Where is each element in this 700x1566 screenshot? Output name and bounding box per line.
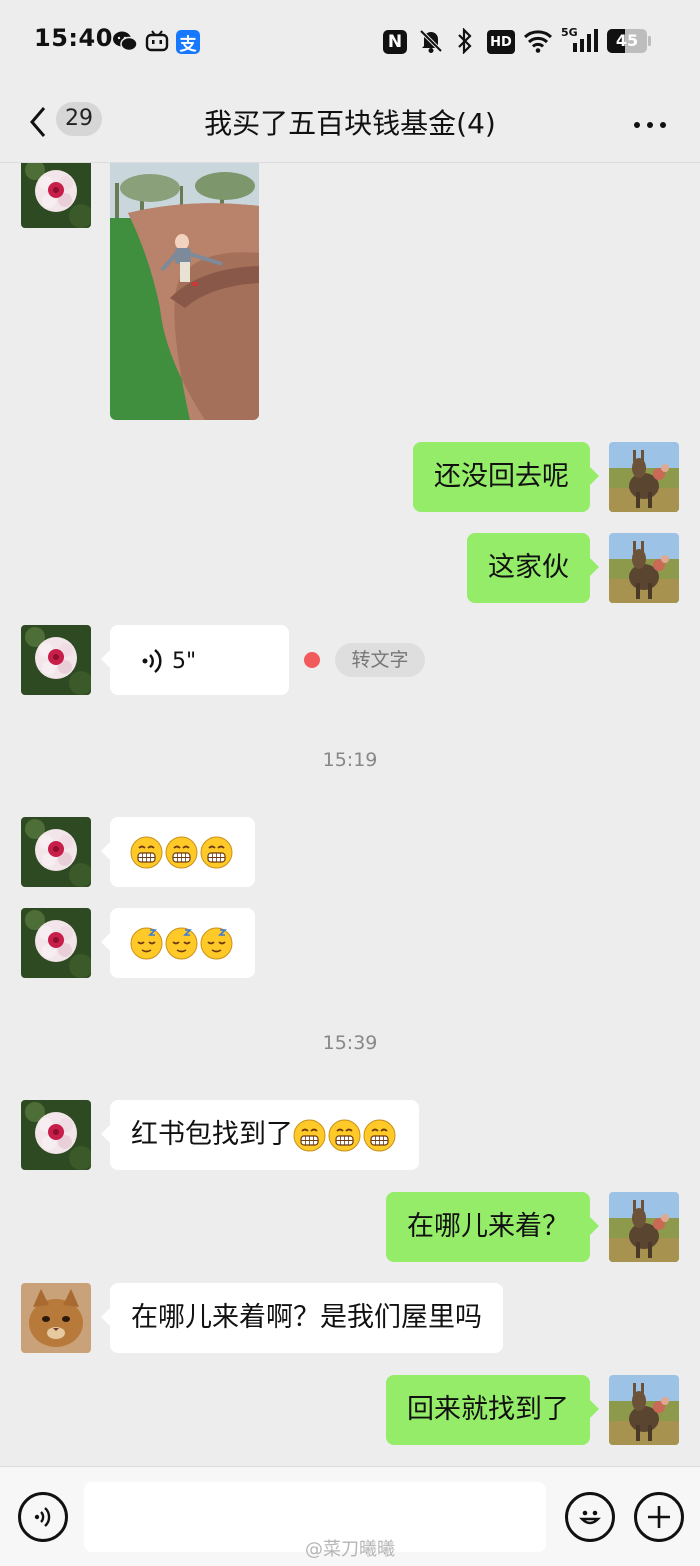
status-time: 15:40 xyxy=(34,24,113,52)
message-bubble[interactable] xyxy=(101,908,255,978)
sleepy-emoji-icon xyxy=(165,927,198,960)
avatar-flower[interactable] xyxy=(21,908,91,978)
wechat-icon xyxy=(112,28,138,54)
sleepy-emoji-icon xyxy=(130,927,163,960)
message-text: 红书包找到了 xyxy=(131,1119,293,1150)
message-bubble[interactable]: 这家伙 xyxy=(467,533,599,603)
voice-wave-icon xyxy=(142,648,162,673)
avatar-self-donkey[interactable] xyxy=(609,442,679,512)
unplayed-dot xyxy=(304,652,320,668)
message-bubble[interactable]: 在哪儿来着啊？是我们屋里吗 xyxy=(101,1283,503,1353)
voice-duration: 5" xyxy=(172,649,197,674)
nfc-icon: N xyxy=(383,30,407,54)
battery-cap xyxy=(648,36,651,46)
message-text: 回来就找到了 xyxy=(407,1394,569,1425)
grin-emoji-icon xyxy=(200,836,233,869)
avatar-flower[interactable] xyxy=(21,817,91,887)
message-bubble[interactable]: 在哪儿来着？ xyxy=(386,1192,599,1262)
message-bubble[interactable] xyxy=(101,817,255,887)
status-bar: 15:40 支 N HD 5G 45 xyxy=(0,0,700,84)
bilibili-icon xyxy=(145,28,169,54)
message-text: 在哪儿来着？ xyxy=(407,1211,569,1242)
battery-level: 45 xyxy=(615,31,639,50)
more-dots-icon[interactable] xyxy=(632,116,668,128)
avatar-flower[interactable] xyxy=(21,625,91,695)
message-text: 这家伙 xyxy=(488,552,569,583)
grin-emoji-icon xyxy=(328,1119,361,1152)
wifi-icon xyxy=(523,28,553,54)
message-text: 还没回去呢 xyxy=(434,461,569,492)
grin-emoji-icon xyxy=(293,1119,326,1152)
signal-icon xyxy=(572,28,598,54)
message-text: 在哪儿来着啊？是我们屋里吗 xyxy=(131,1302,482,1333)
chat-header: 29 我买了五百块钱基金(4) xyxy=(0,84,700,163)
sleepy-emoji-icon xyxy=(200,927,233,960)
transcribe-button[interactable]: 转文字 xyxy=(335,643,425,677)
alipay-icon: 支 xyxy=(176,30,200,55)
hd-icon: HD xyxy=(487,30,515,54)
avatar-cat[interactable] xyxy=(21,1283,91,1353)
avatar-self-donkey[interactable] xyxy=(609,1192,679,1262)
timestamp: 15:19 xyxy=(322,749,378,771)
avatar-flower[interactable] xyxy=(21,163,91,228)
photo-message[interactable] xyxy=(110,163,259,420)
mute-bell-icon xyxy=(418,28,444,54)
timestamp: 15:39 xyxy=(322,1032,378,1054)
avatar-self-donkey[interactable] xyxy=(609,533,679,603)
chat-title: 我买了五百块钱基金(4) xyxy=(204,107,496,140)
message-bubble[interactable]: 红书包找到了 xyxy=(101,1100,419,1170)
avatar-flower[interactable] xyxy=(21,1100,91,1170)
grin-emoji-icon xyxy=(165,836,198,869)
avatar-self-donkey[interactable] xyxy=(609,1375,679,1445)
message-list[interactable]: 还没回去呢 这家伙 5" 转文字 15:19 15:39 红书包找到了 在哪儿来… xyxy=(0,163,700,1466)
message-bubble[interactable]: 还没回去呢 xyxy=(413,442,599,512)
voice-message[interactable]: 5" xyxy=(101,625,289,695)
watermark: @菜刀曦曦 xyxy=(305,1539,395,1560)
grin-emoji-icon xyxy=(363,1119,396,1152)
bluetooth-icon xyxy=(454,28,476,54)
battery-icon: 45 xyxy=(607,29,647,53)
message-bubble[interactable]: 回来就找到了 xyxy=(386,1375,599,1445)
grin-emoji-icon xyxy=(130,836,163,869)
